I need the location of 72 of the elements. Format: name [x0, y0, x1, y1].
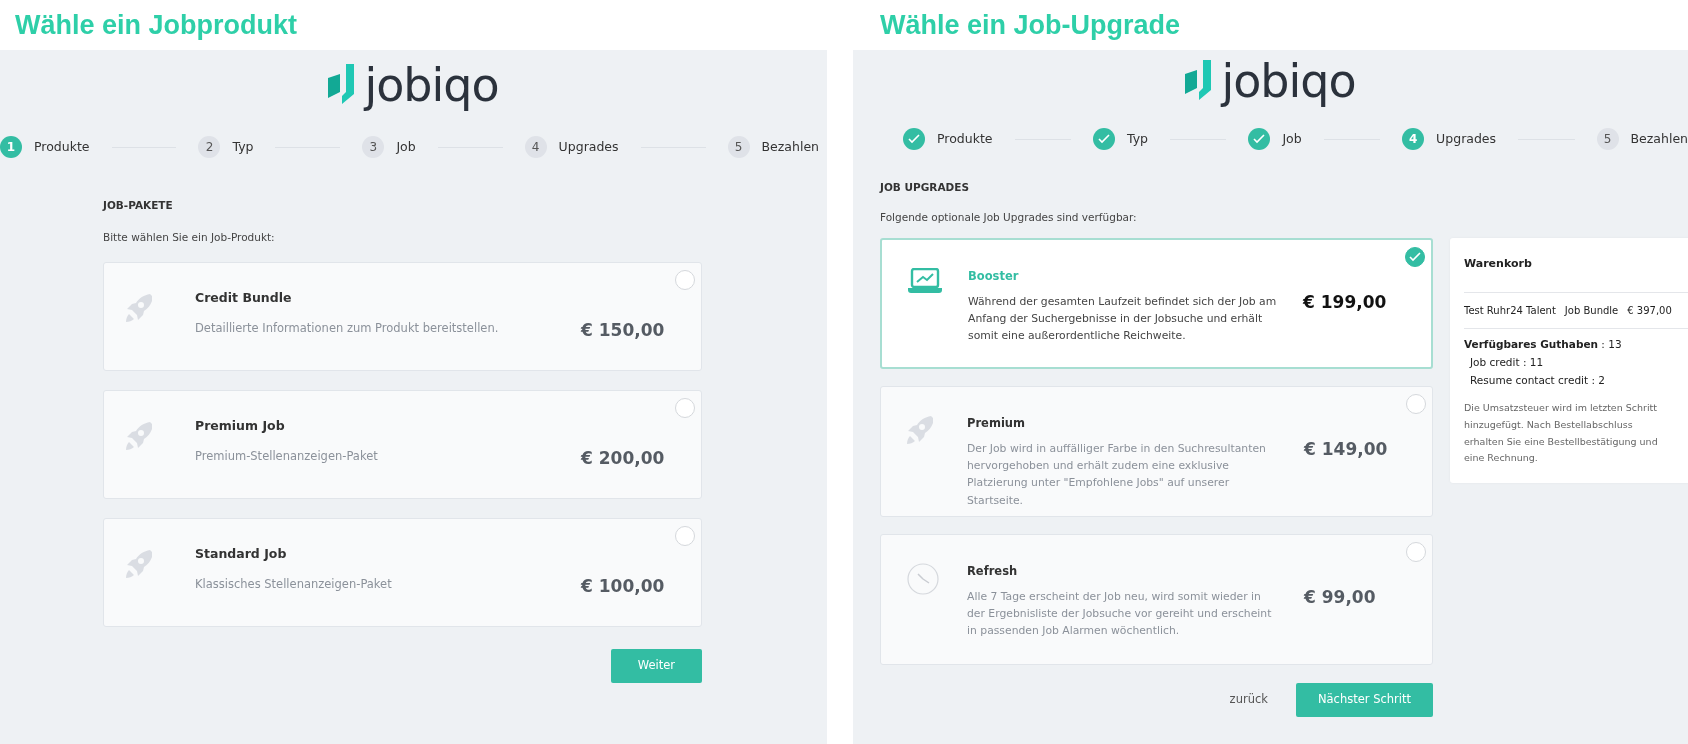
product-card[interactable]: Booster Während der gesamten Laufzeit befindet sich der Job am Anfang der Suchergebnisse in der Jobsuche und erhält somit eine außerordentliche Reichweite. € 199,00 — [880, 237, 1433, 369]
section-heading: JOB-PAKETE — [103, 198, 174, 213]
step-label: Bezahlen — [761, 137, 819, 156]
cart-item-price: € 397,00 — [1627, 304, 1672, 318]
product-price: € 150,00 — [581, 318, 666, 342]
step-indicator: 4 — [524, 136, 547, 158]
rocket-icon — [126, 292, 152, 323]
section-heading: JOB UPGRADES — [880, 180, 970, 195]
page-title: Wähle ein Job-Upgrade — [879, 9, 1182, 42]
step-label: Typ — [232, 137, 254, 156]
product-description: Klassisches Stellenanzeigen-Paket — [195, 576, 393, 594]
radio-button[interactable] — [1406, 541, 1426, 562]
radio-button[interactable] — [1406, 393, 1426, 414]
product-description: Detaillierte Informationen zum Produkt bereitstellen. — [195, 320, 500, 338]
step-indicator: 2 — [198, 136, 221, 158]
product-price: € 100,00 — [581, 574, 666, 598]
product-price: € 99,00 — [1303, 585, 1377, 609]
product-title: Premium Job — [195, 416, 286, 435]
tax-note: Die Umsatzsteuer wird im letzten Schritt hinzugefügt. Nach Bestellabschluss erhalten Sie eine Bestellbestätigung und eine Rechnung. — [1464, 401, 1659, 466]
product-title: Booster — [968, 267, 1020, 285]
product-description: Während der gesamten Laufzeit befindet sich der Job am Anfang der Suchergebnisse in der Jobsuche und erhält somit eine außerordentliche Reichweite. — [968, 293, 1278, 345]
radio-button[interactable] — [675, 397, 695, 418]
product-title: Standard Job — [195, 544, 288, 563]
step-label: Produkte — [937, 129, 993, 148]
step-indicator: 5 — [1596, 128, 1619, 150]
radio-button[interactable] — [1405, 246, 1425, 267]
step-label: Job — [396, 137, 416, 156]
step-indicator: 4 — [1402, 128, 1425, 150]
product-description: Premium-Stellenanzeigen-Paket — [195, 448, 379, 466]
step-label: Upgrades — [558, 137, 619, 156]
section-subtitle: Bitte wählen Sie ein Job-Produkt: — [103, 229, 276, 245]
step-indicator: 3 — [362, 136, 385, 158]
credit-summary: Verfügbares Guthaben : 13 — [1464, 337, 1623, 352]
product-card[interactable]: Credit Bundle Detaillierte Informationen zum Produkt bereitstellen. € 150,00 — [103, 261, 702, 371]
page-title: Wähle ein Jobprodukt — [14, 9, 298, 42]
radio-button[interactable] — [675, 269, 695, 290]
product-card[interactable]: Refresh Alle 7 Tage erscheint der Job neu, wird somit wieder in der Ergebnisliste der Jobsuche vor gereiht und erscheint in passenden Job Alarmen wöchentlich. € 99,00 — [880, 533, 1433, 665]
product-description: Alle 7 Tage erscheint der Job neu, wird somit wieder in der Ergebnisliste der Jobsuche vor gereiht und erscheint in passenden Job Alarmen wöchentlich. — [967, 588, 1273, 640]
cart-item-name: Test Ruhr24 Talent — [1464, 304, 1556, 318]
step-label: Bezahlen — [1630, 129, 1688, 148]
product-card[interactable]: Standard Job Klassisches Stellenanzeigen-Paket € 100,00 — [103, 517, 702, 627]
check-icon — [908, 134, 920, 144]
laptop-chart-icon — [908, 267, 942, 294]
product-title: Premium — [967, 414, 1026, 432]
cart-item-type: Job Bundle — [1564, 304, 1619, 318]
product-title: Refresh — [967, 562, 1019, 580]
check-icon — [1097, 134, 1110, 144]
product-title: Credit Bundle — [195, 288, 293, 307]
cart-title: Warenkorb — [1464, 255, 1688, 293]
product-description: Der Job wird in auffälliger Farbe in den Suchresultanten hervorgehoben und erhält zudem eine exklusive Platzierung unter "Empfohlene Jobs" auf unserer Startseite. — [967, 440, 1267, 509]
check-icon — [1253, 134, 1266, 144]
back-link[interactable]: zurück — [1229, 690, 1268, 709]
section-subtitle: Folgende optionale Job Upgrades sind verfügbar: — [880, 209, 1138, 225]
step-label: Produkte — [34, 137, 90, 156]
rocket-icon — [126, 548, 152, 579]
rocket-icon — [907, 414, 933, 445]
step-label: Job — [1282, 129, 1302, 148]
product-card[interactable]: Premium Job Premium-Stellenanzeigen-Paket € 200,00 — [103, 389, 702, 499]
step-label: Upgrades — [1436, 129, 1497, 148]
product-card[interactable]: Premium Der Job wird in auffälliger Farbe in den Suchresultanten hervorgehoben und erhält zudem eine exklusive Platzierung unter "Empfohlene Jobs" auf unserer Startseite. € 149,00 — [880, 385, 1433, 517]
clock-icon — [907, 562, 939, 595]
step-indicator: 1 — [0, 136, 22, 158]
check-icon — [1409, 251, 1421, 262]
product-price: € 200,00 — [581, 446, 666, 470]
step-label: Typ — [1126, 129, 1148, 148]
rocket-icon — [126, 420, 152, 451]
step-indicator: 5 — [727, 136, 750, 158]
credit-line: Resume contact credit : 2 — [1469, 372, 1606, 388]
credit-line: Job credit : 11 — [1468, 354, 1545, 370]
radio-button[interactable] — [675, 525, 695, 546]
product-price: € 149,00 — [1303, 437, 1389, 461]
product-price: € 199,00 — [1302, 290, 1388, 314]
